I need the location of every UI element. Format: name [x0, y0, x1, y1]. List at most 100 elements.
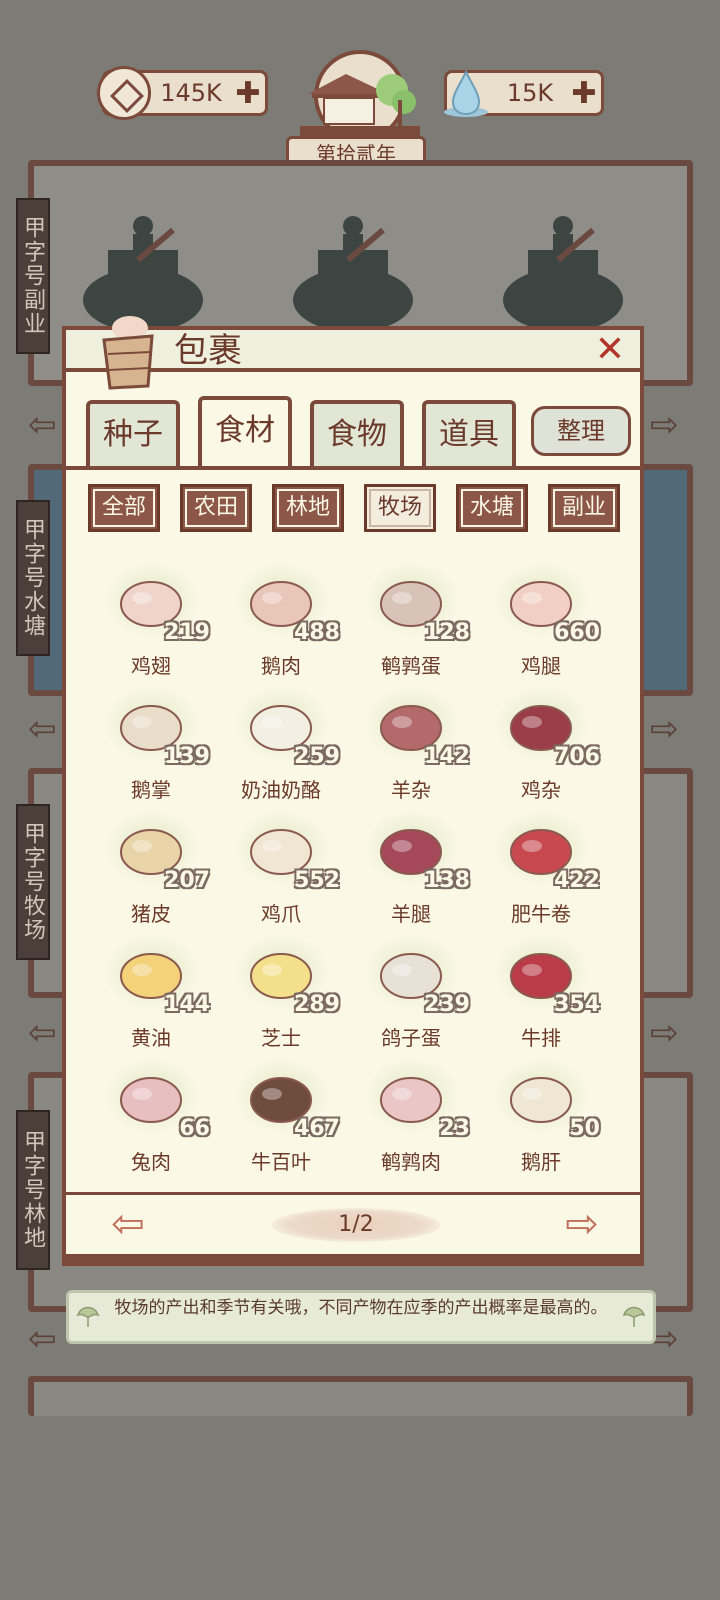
- item-slot[interactable]: 552 鸡爪: [216, 806, 346, 926]
- item-count: 23: [439, 1116, 470, 1141]
- tab-food[interactable]: 食物: [310, 400, 404, 466]
- item-count: 467: [294, 1116, 340, 1141]
- item-slot[interactable]: 144 黄油: [86, 930, 216, 1050]
- filter-pond[interactable]: 水塘: [456, 484, 528, 532]
- filter-bar: 全部 农田 林地 牧场 水塘 副业: [88, 484, 628, 534]
- item-name: 兔肉: [131, 1150, 171, 1174]
- tip-banner: 牧场的产出和季节有关哦，不同产物在应季的产出概率是最高的。: [66, 1290, 656, 1344]
- item-name: 肥牛卷: [511, 902, 571, 926]
- add-water-button[interactable]: ✚: [567, 76, 601, 111]
- item-slot[interactable]: 660 鸡腿: [476, 558, 606, 678]
- filter-forest[interactable]: 林地: [272, 484, 344, 532]
- item-slot[interactable]: 66 兔肉: [86, 1054, 216, 1174]
- item-count: 488: [294, 620, 340, 645]
- coin-counter[interactable]: 145K ✚: [97, 66, 268, 120]
- water-drop-icon: [439, 66, 493, 120]
- item-name: 鹌鹑蛋: [381, 654, 441, 678]
- station-label-ranch[interactable]: 甲字号牧场: [16, 804, 50, 960]
- item-slot[interactable]: 142 羊杂: [346, 682, 476, 802]
- item-name: 猪皮: [131, 902, 171, 926]
- item-slot[interactable]: 289 芝士: [216, 930, 346, 1050]
- item-slot[interactable]: 706 鸡杂: [476, 682, 606, 802]
- filter-sideline[interactable]: 副业: [548, 484, 620, 532]
- arrow-right-icon[interactable]: ⇨: [650, 712, 688, 746]
- item-name: 羊杂: [391, 778, 431, 802]
- station-label-forest[interactable]: 甲字号林地: [16, 1110, 50, 1270]
- sort-button[interactable]: 整理: [531, 406, 631, 456]
- filter-farmland[interactable]: 农田: [180, 484, 252, 532]
- item-slot[interactable]: 138 羊腿: [346, 806, 476, 926]
- pot-icon: [293, 216, 413, 330]
- item-name: 奶油奶酪: [241, 778, 321, 802]
- water-value: 15K: [506, 79, 554, 107]
- item-count: 354: [554, 992, 600, 1017]
- item-slot[interactable]: 354 牛排: [476, 930, 606, 1050]
- item-count: 259: [294, 744, 340, 769]
- item-count: 207: [164, 868, 210, 893]
- bag-title: 包裹: [174, 331, 242, 371]
- pot-icon: [503, 216, 623, 330]
- item-count: 219: [164, 620, 210, 645]
- item-count: 138: [424, 868, 470, 893]
- prev-page-icon[interactable]: ⇦: [96, 1202, 160, 1246]
- item-slot[interactable]: 219 鸡翅: [86, 558, 216, 678]
- item-count: 128: [424, 620, 470, 645]
- item-count: 289: [294, 992, 340, 1017]
- house-emblem-icon: [300, 50, 420, 140]
- tab-seeds[interactable]: 种子: [86, 400, 180, 466]
- item-count: 552: [294, 868, 340, 893]
- item-slot[interactable]: 128 鹌鹑蛋: [346, 558, 476, 678]
- item-count: 239: [424, 992, 470, 1017]
- item-slot[interactable]: 422 肥牛卷: [476, 806, 606, 926]
- item-name: 羊腿: [391, 902, 431, 926]
- item-name: 鸡杂: [521, 778, 561, 802]
- item-name: 鹌鹑肉: [381, 1150, 441, 1174]
- item-name: 鹅肉: [261, 654, 301, 678]
- item-slot[interactable]: 259 奶油奶酪: [216, 682, 346, 802]
- arrow-left-icon[interactable]: ⇦: [28, 712, 66, 746]
- item-name: 黄油: [131, 1026, 171, 1050]
- item-count: 144: [164, 992, 210, 1017]
- close-icon[interactable]: ✕: [592, 332, 628, 368]
- item-slot[interactable]: 488 鹅肉: [216, 558, 346, 678]
- bag-panel: 包裹 ✕ 种子 食材 食物 道具 整理 全部 农田 林地 牧场 水塘 副业 21…: [62, 316, 644, 1266]
- arrow-right-icon[interactable]: ⇨: [650, 1016, 688, 1050]
- item-slot[interactable]: 207 猪皮: [86, 806, 216, 926]
- tab-props[interactable]: 道具: [422, 400, 516, 466]
- item-name: 牛百叶: [251, 1150, 311, 1174]
- item-name: 鸡翅: [131, 654, 171, 678]
- tab-divider: [66, 466, 640, 470]
- item-name: 鸽子蛋: [381, 1026, 441, 1050]
- pot-icon: [83, 216, 203, 330]
- station-label-pond[interactable]: 甲字号水塘: [16, 500, 50, 656]
- arrow-right-icon[interactable]: ⇨: [650, 408, 688, 442]
- item-slot[interactable]: 467 牛百叶: [216, 1054, 346, 1174]
- item-name: 鸡爪: [261, 902, 301, 926]
- item-slot[interactable]: 50 鹅肝: [476, 1054, 606, 1174]
- next-page-icon[interactable]: ⇨: [550, 1202, 614, 1246]
- bag-header: 包裹 ✕: [66, 316, 640, 390]
- arrow-left-icon[interactable]: ⇦: [28, 1016, 66, 1050]
- station-label-sideline[interactable]: 甲字号副业: [16, 198, 50, 354]
- item-count: 660: [554, 620, 600, 645]
- coin-value: 145K: [160, 79, 222, 107]
- tip-text: 牧场的产出和季节有关哦，不同产物在应季的产出概率是最高的。: [114, 1298, 608, 1318]
- tab-ingredients[interactable]: 食材: [198, 396, 292, 470]
- ginkgo-leaf-icon: [76, 1306, 100, 1327]
- filter-all[interactable]: 全部: [88, 484, 160, 532]
- arrow-left-icon[interactable]: ⇦: [28, 408, 66, 442]
- water-counter[interactable]: 15K ✚: [444, 69, 604, 117]
- item-count: 422: [554, 868, 600, 893]
- item-count: 66: [179, 1116, 210, 1141]
- item-count: 50: [569, 1116, 600, 1141]
- filter-ranch[interactable]: 牧场: [364, 484, 436, 532]
- arrow-left-icon[interactable]: ⇦: [28, 1322, 66, 1356]
- add-coins-button[interactable]: ✚: [231, 76, 265, 111]
- coin-icon: [97, 66, 151, 120]
- item-count: 142: [424, 744, 470, 769]
- item-slot[interactable]: 239 鸽子蛋: [346, 930, 476, 1050]
- item-count: 706: [554, 744, 600, 769]
- item-slot[interactable]: 139 鹅掌: [86, 682, 216, 802]
- item-name: 牛排: [521, 1026, 561, 1050]
- item-slot[interactable]: 23 鹌鹑肉: [346, 1054, 476, 1174]
